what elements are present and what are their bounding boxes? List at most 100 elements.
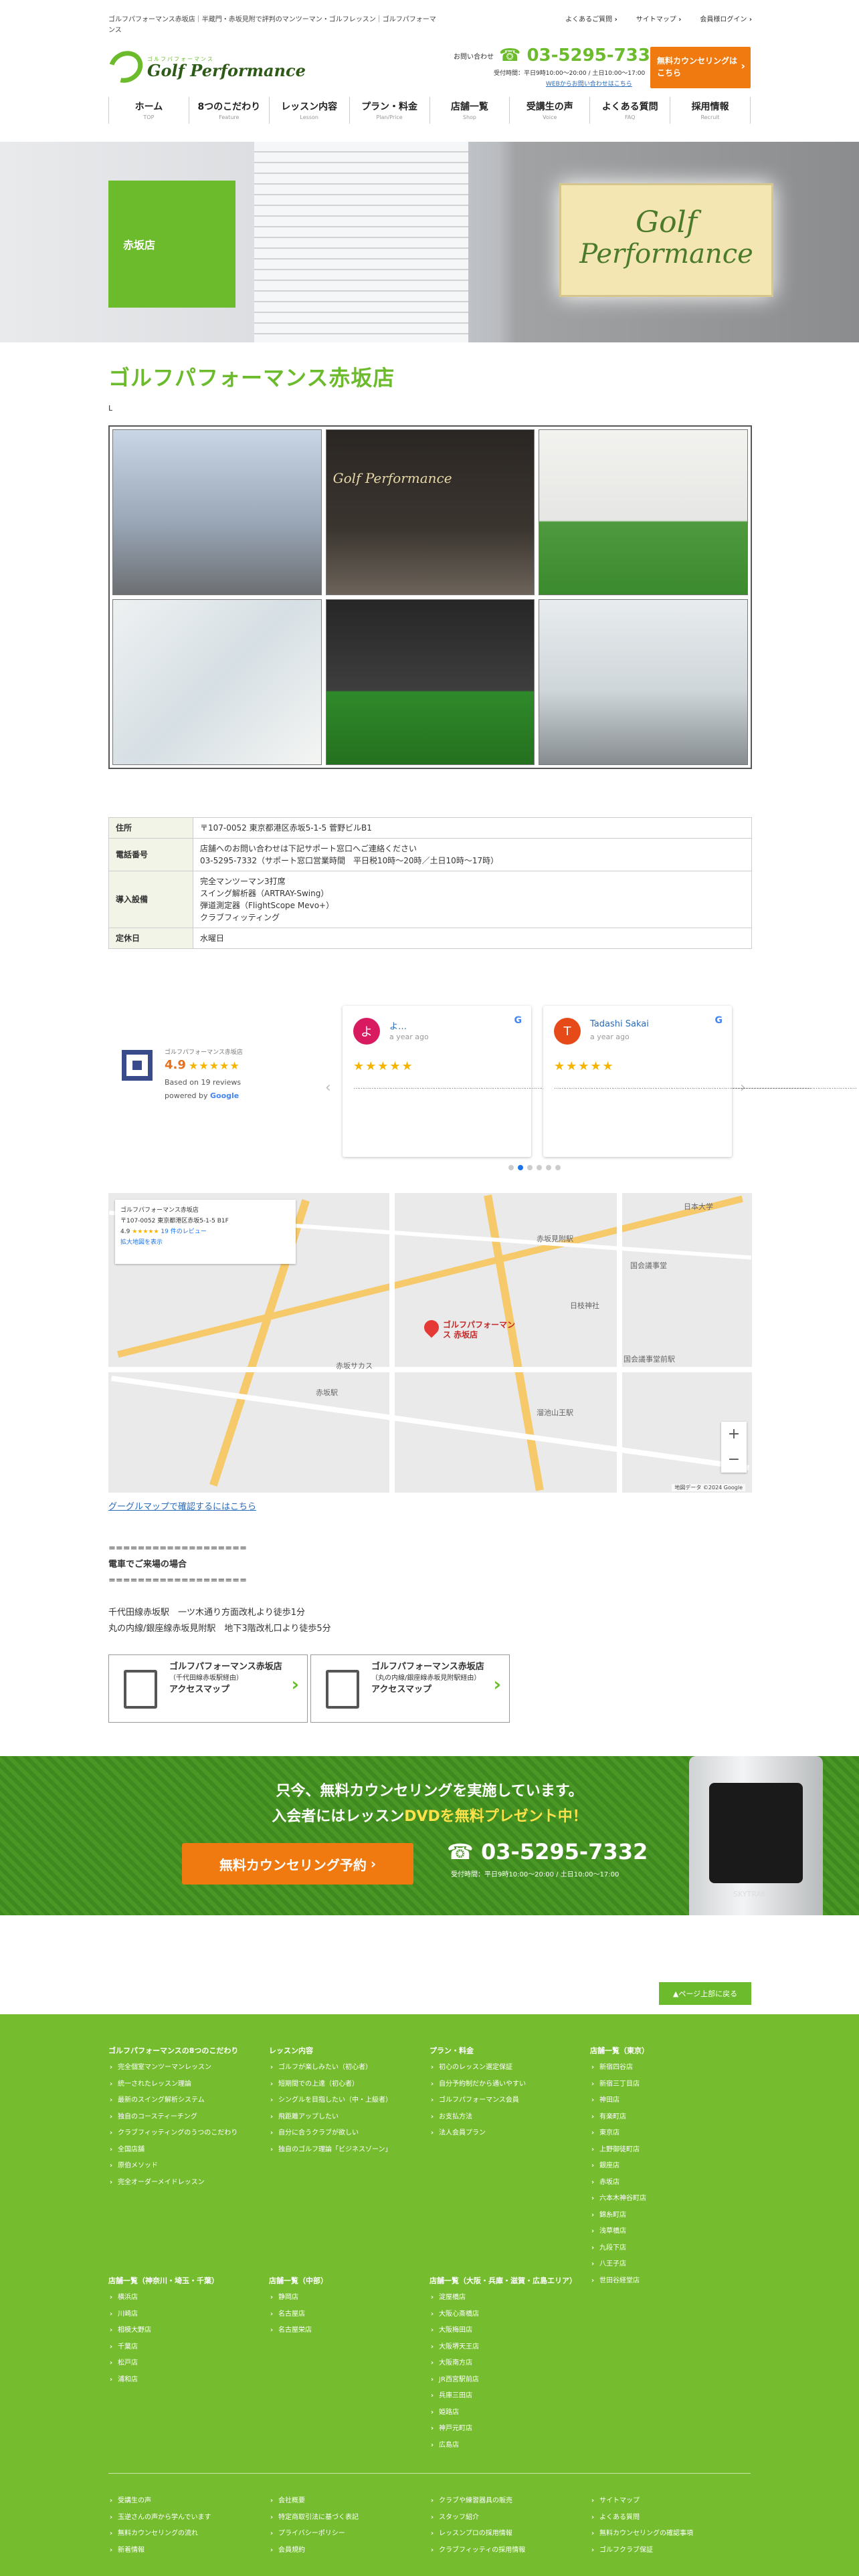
nav-voice[interactable]: 受講生の声 Voice xyxy=(509,97,589,124)
gallery-photo-storefront[interactable] xyxy=(539,599,748,765)
top-link-sitemap[interactable]: サイトマップ xyxy=(636,13,682,23)
footer-link[interactable]: 姫路店 xyxy=(430,2405,583,2422)
footer-link[interactable]: 法人会員プラン xyxy=(430,2125,583,2142)
nav-recruit[interactable]: 採用情報 Recruit xyxy=(670,97,751,124)
carousel-dot[interactable] xyxy=(537,1165,542,1170)
footer-link[interactable]: 錦糸町店 xyxy=(590,2208,744,2224)
footer-link[interactable]: クラブや練習器具の販売 xyxy=(430,2493,583,2510)
footer-link[interactable]: レッスンプロの採用情報 xyxy=(430,2526,583,2543)
footer-link[interactable]: 最新のスイング解析システム xyxy=(108,2092,262,2109)
footer-link[interactable]: 広島店 xyxy=(430,2438,583,2454)
gallery-photo-building[interactable] xyxy=(112,429,322,595)
gallery-photo-entrance[interactable]: Golf Performance xyxy=(325,429,535,595)
footer-link[interactable]: 原伯メソッド xyxy=(108,2158,262,2175)
footer-link[interactable]: 大阪心斎橋店 xyxy=(430,2306,583,2323)
footer-link[interactable]: 新宿三丁目店 xyxy=(590,2076,744,2093)
carousel-dot[interactable] xyxy=(555,1165,561,1170)
footer-link[interactable]: 統一されたレッスン理論 xyxy=(108,2076,262,2093)
top-link-faq[interactable]: よくあるご質問 xyxy=(565,13,617,23)
top-link-login[interactable]: 会員様ログイン xyxy=(700,13,752,23)
footer-link[interactable]: クラブフィッティの採用情報 xyxy=(430,2543,583,2559)
footer-link[interactable]: サイトマップ xyxy=(590,2493,744,2510)
footer-link[interactable]: よくある質問 xyxy=(590,2510,744,2527)
footer-link[interactable]: 川崎店 xyxy=(108,2306,262,2323)
zoom-out-button[interactable]: − xyxy=(721,1447,747,1473)
map-review-link[interactable]: 19 件のレビュー xyxy=(161,1228,206,1235)
carousel-dot[interactable] xyxy=(546,1165,551,1170)
access-map-button[interactable]: ゴルフパフォーマンス赤坂店 （千代田線赤坂駅経由） アクセスマップ › xyxy=(108,1654,308,1723)
footer-link[interactable]: 東京店 xyxy=(590,2125,744,2142)
carousel-dot-active[interactable] xyxy=(518,1165,523,1170)
footer-link[interactable]: ゴルフクラブ保証 xyxy=(590,2543,744,2559)
footer-link[interactable]: 世田谷経堂店 xyxy=(590,2273,744,2290)
counseling-reserve-button[interactable]: 無料カウンセリング予約 xyxy=(182,1843,413,1885)
footer-link[interactable]: 有楽町店 xyxy=(590,2109,744,2126)
google-map[interactable]: 赤坂見附駅 日枝神社 赤坂駅 国会議事堂前駅 溜池山王駅 赤坂サカス 日本大学 … xyxy=(108,1193,752,1493)
footer-link[interactable]: 銀座店 xyxy=(590,2158,744,2175)
footer-link[interactable]: 九段下店 xyxy=(590,2240,744,2257)
web-contact-link[interactable]: WEBからお問い合わせはこちら xyxy=(546,79,632,88)
footer-link[interactable]: スタッフ紹介 xyxy=(430,2510,583,2527)
gallery-photo-booth[interactable] xyxy=(539,429,748,595)
nav-home[interactable]: ホーム TOP xyxy=(108,97,189,124)
footer-link[interactable]: クラブフィッティングのうつのこだわり xyxy=(108,2125,262,2142)
footer-link[interactable]: 神戸元町店 xyxy=(430,2421,583,2438)
promo-phone[interactable]: ☎ 03-5295-7332 xyxy=(447,1839,648,1864)
header-phone-number[interactable]: ☎ 03-5295-7332 xyxy=(499,45,662,66)
footer-link[interactable]: 横浜店 xyxy=(108,2290,262,2306)
footer-link[interactable]: 独自のコースティーチング xyxy=(108,2109,262,2126)
footer-link[interactable]: 新宿四谷店 xyxy=(590,2060,744,2076)
nav-features[interactable]: 8つのこだわり Feature xyxy=(188,97,269,124)
footer-link[interactable]: 短期間での上達（初心者） xyxy=(269,2076,423,2093)
map-larger-link[interactable]: 拡大地図を表示 xyxy=(120,1237,290,1248)
footer-link[interactable]: 自分に合うクラブが欲しい xyxy=(269,2125,423,2142)
footer-link[interactable]: プライバシーポリシー xyxy=(269,2526,423,2543)
footer-link[interactable]: お支払方法 xyxy=(430,2109,583,2126)
footer-link[interactable]: 無料カウンセリングの確認事項 xyxy=(590,2526,744,2543)
zoom-in-button[interactable]: + xyxy=(721,1422,747,1447)
footer-link[interactable]: 無料カウンセリングの流れ xyxy=(108,2526,262,2543)
google-map-link[interactable]: グーグルマップで確認するにはこちら xyxy=(108,1499,256,1512)
free-counseling-button[interactable]: 無料カウンセリングはこちら xyxy=(650,47,751,88)
footer-link[interactable]: 会社概要 xyxy=(269,2493,423,2510)
footer-link[interactable]: 相模大野店 xyxy=(108,2323,262,2339)
footer-link[interactable]: 玉逆さんの声から学んでいます xyxy=(108,2510,262,2527)
nav-lesson[interactable]: レッスン内容 Lesson xyxy=(268,97,349,124)
footer-link[interactable]: 自分予約制だから通いやすい xyxy=(430,2076,583,2093)
footer-link[interactable]: 六本木神谷町店 xyxy=(590,2191,744,2208)
footer-link[interactable]: ゴルフが楽しみたい（初心者） xyxy=(269,2060,423,2076)
footer-link[interactable]: 大阪南方店 xyxy=(430,2355,583,2372)
footer-link[interactable]: 八王子店 xyxy=(590,2256,744,2273)
footer-link[interactable]: 全国店舗 xyxy=(108,2142,262,2159)
footer-link[interactable]: 完全オーダーメイドレッスン xyxy=(108,2175,262,2191)
access-map-button[interactable]: ゴルフパフォーマンス赤坂店 （丸の内線/銀座線赤坂見附駅経由） アクセスマップ … xyxy=(310,1654,510,1723)
footer-link[interactable]: 静岡店 xyxy=(269,2290,423,2306)
footer-link[interactable]: 淀屋橋店 xyxy=(430,2290,583,2306)
carousel-dot[interactable] xyxy=(527,1165,533,1170)
footer-link[interactable]: 受講生の声 xyxy=(108,2493,262,2510)
nav-shops[interactable]: 店舗一覧 Shop xyxy=(429,97,510,124)
footer-link[interactable]: JR西宮駅前店 xyxy=(430,2372,583,2389)
footer-link[interactable]: 浦和店 xyxy=(108,2372,262,2389)
footer-link[interactable]: 赤坂店 xyxy=(590,2175,744,2191)
gallery-photo-practice-room[interactable] xyxy=(325,599,535,765)
footer-link[interactable]: 大阪梅田店 xyxy=(430,2323,583,2339)
footer-link[interactable]: 名古屋栄店 xyxy=(269,2323,423,2339)
gallery-photo-coaching[interactable] xyxy=(112,599,322,765)
map-pin-icon[interactable] xyxy=(421,1317,442,1338)
footer-link[interactable]: 松戸店 xyxy=(108,2355,262,2372)
footer-link[interactable]: 浅草橋店 xyxy=(590,2224,744,2240)
footer-link[interactable]: 初心のレッスン選定保証 xyxy=(430,2060,583,2076)
review-card[interactable]: T Tadashi Sakai a year ago G ★★★★★ ……………… xyxy=(543,1006,812,1157)
footer-link[interactable]: 独自のゴルフ理論「ビジネスゾーン」 xyxy=(269,2142,423,2159)
footer-link[interactable]: 特定商取引法に基づく表記 xyxy=(269,2510,423,2527)
nav-faq[interactable]: よくある質問 FAQ xyxy=(589,97,670,124)
footer-link[interactable]: 千葉店 xyxy=(108,2339,262,2356)
footer-link[interactable]: 会員規約 xyxy=(269,2543,423,2559)
footer-link[interactable]: シングルを目指したい（中・上級者） xyxy=(269,2092,423,2109)
footer-link[interactable]: 名古屋店 xyxy=(269,2306,423,2323)
footer-link[interactable]: 新着情報 xyxy=(108,2543,262,2559)
footer-link[interactable]: 神田店 xyxy=(590,2092,744,2109)
site-logo[interactable]: ゴルフパフォーマンス Golf Performance xyxy=(102,45,322,89)
footer-link[interactable]: 飛距離アップしたい xyxy=(269,2109,423,2126)
